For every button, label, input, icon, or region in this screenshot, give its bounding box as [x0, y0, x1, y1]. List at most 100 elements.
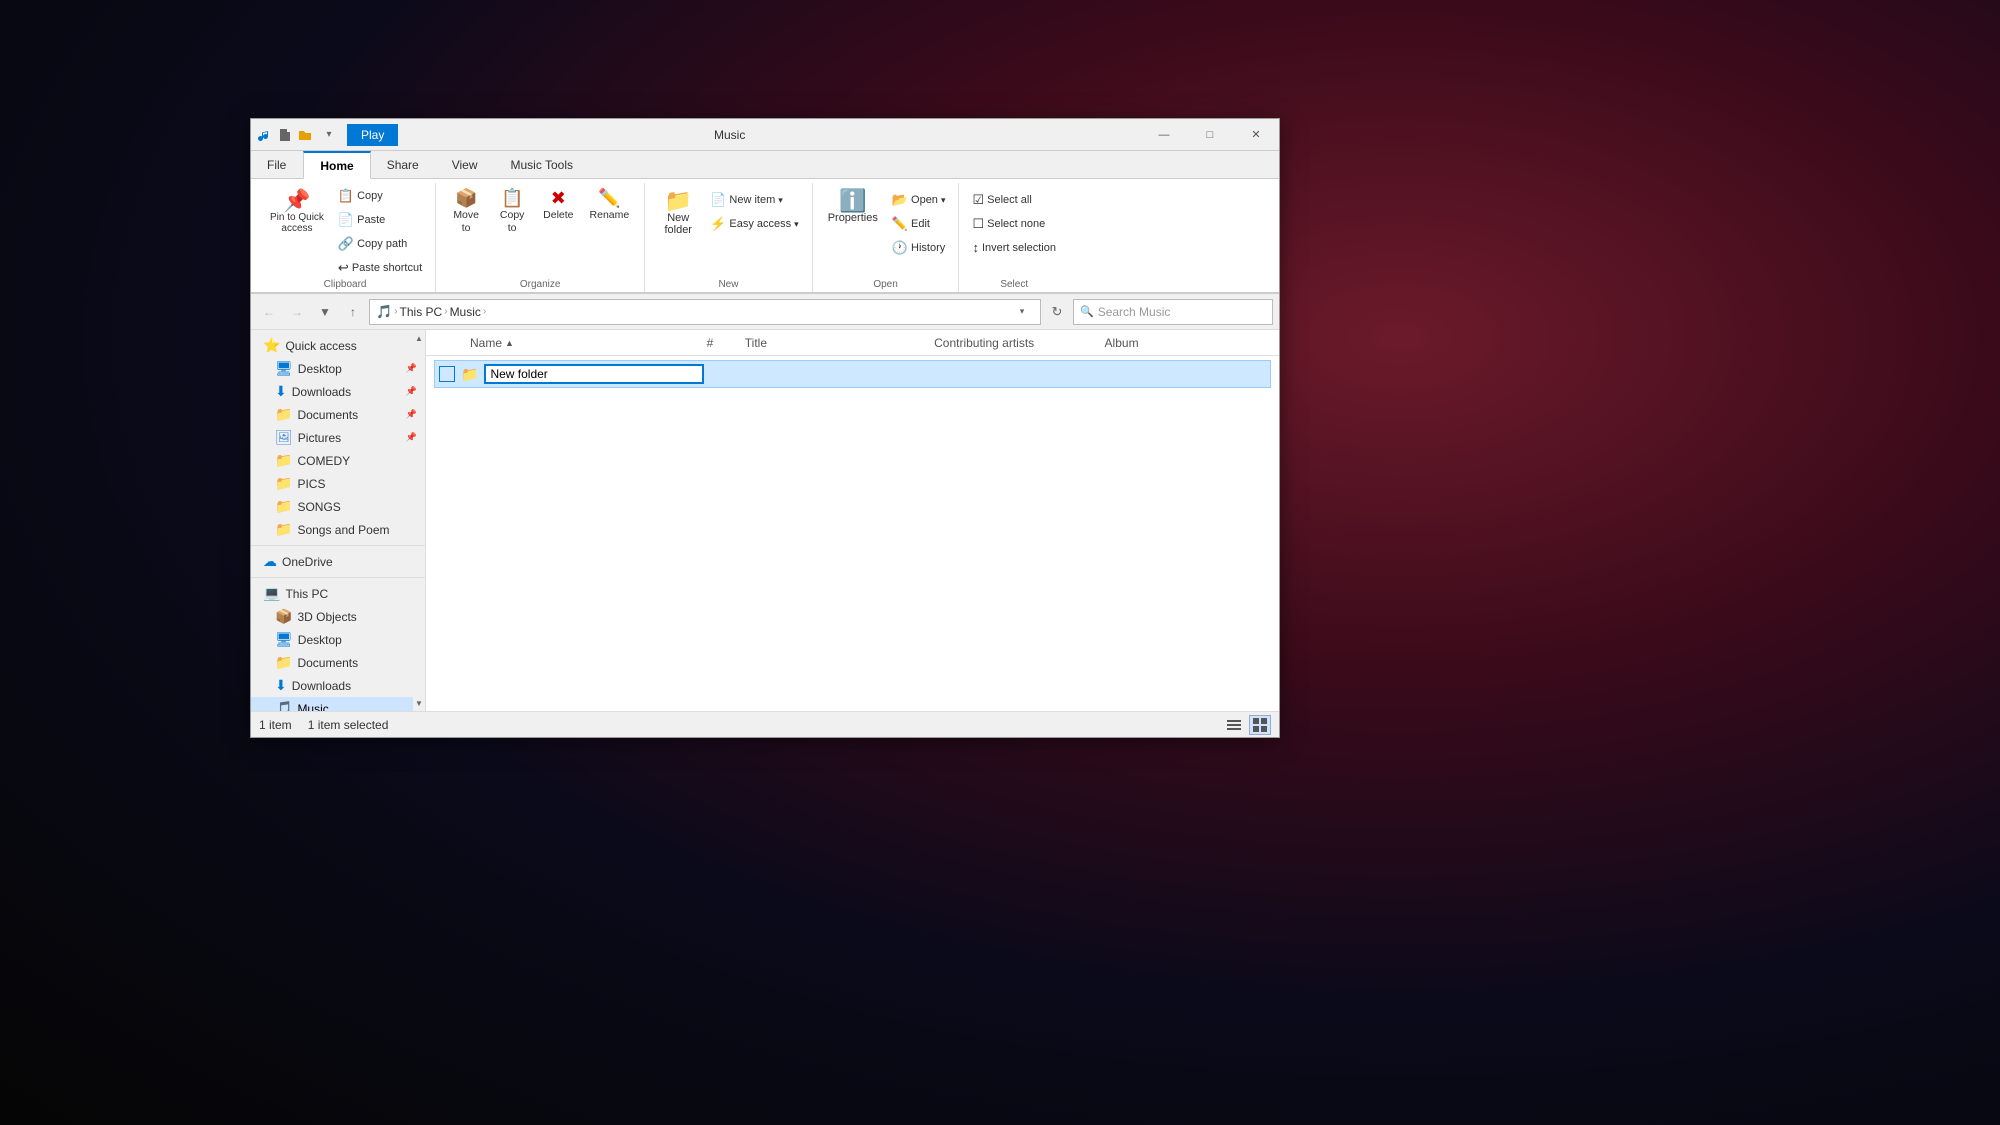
clipboard-group-items: 📌 Pin to Quick access 📋 Copy 📄 Paste: [263, 183, 427, 279]
new-folder-button[interactable]: 📁 New folder: [653, 185, 703, 241]
ribbon: File Home Share View Music Tools 📌 Pin t…: [251, 151, 1279, 294]
refresh-button[interactable]: ↻: [1045, 300, 1069, 324]
delete-icon: ✖: [551, 189, 566, 207]
delete-button[interactable]: ✖ Delete: [536, 185, 580, 226]
sidebar-item-music[interactable]: 🎵 Music: [251, 697, 425, 711]
properties-button[interactable]: ℹ️ Properties: [821, 185, 885, 229]
close-button[interactable]: ✕: [1233, 119, 1279, 151]
move-to-button[interactable]: 📦 Move to: [444, 185, 488, 238]
tab-share[interactable]: Share: [371, 151, 436, 178]
maximize-button[interactable]: □: [1187, 119, 1233, 151]
organize-group: 📦 Move to 📋 Copy to ✖ Delete ✏️ Rename: [436, 183, 645, 292]
sidebar-item-this-pc[interactable]: 💻 This PC: [251, 582, 425, 605]
column-header-name[interactable]: Name ▲: [466, 334, 703, 352]
file-name-input[interactable]: [484, 364, 704, 384]
sidebar-item-songs[interactable]: 📁 SONGS: [251, 495, 425, 518]
new-group: 📁 New folder 📄 New item ▾ ⚡ Easy access …: [645, 183, 812, 292]
sidebar-divider-1: [251, 545, 425, 546]
copy-icon: 📋: [338, 188, 354, 204]
breadcrumb-dropdown[interactable]: ▾: [1010, 300, 1034, 324]
pin-icon: 📌: [283, 190, 310, 212]
copy-to-button[interactable]: 📋 Copy to: [490, 185, 534, 238]
sidebar-item-desktop[interactable]: 🖥 Desktop: [251, 628, 425, 651]
minimize-button[interactable]: —: [1141, 119, 1187, 151]
details-view-button[interactable]: [1223, 715, 1245, 735]
search-bar[interactable]: 🔍 Search Music: [1073, 299, 1273, 325]
sidebar-item-desktop-pin[interactable]: 🖥 Desktop 📌: [251, 357, 425, 380]
copy-button[interactable]: 📋 Copy: [333, 185, 427, 207]
breadcrumb-this-pc[interactable]: This PC: [400, 305, 443, 319]
ribbon-content: 📌 Pin to Quick access 📋 Copy 📄 Paste: [251, 179, 1279, 293]
select-all-icon: ☑: [972, 192, 984, 208]
select-all-button[interactable]: ☑ Select all: [967, 189, 1060, 211]
sidebar-item-comedy[interactable]: 📁 COMEDY: [251, 449, 425, 472]
songs-icon: 📁: [275, 498, 292, 515]
sidebar: ▲ ⭐ Quick access 🖥 Desktop 📌 ⬇ Downloads…: [251, 330, 426, 711]
pics-icon: 📁: [275, 475, 292, 492]
documents-2-icon: 📁: [275, 654, 292, 671]
file-checkbox[interactable]: [439, 366, 455, 382]
column-header-title[interactable]: Title: [741, 334, 930, 352]
desktop-icon: 🖥: [275, 360, 293, 377]
sidebar-item-pics[interactable]: 📁 PICS: [251, 472, 425, 495]
forward-button[interactable]: →: [285, 300, 309, 324]
music-icon: 🎵: [275, 700, 292, 711]
items-count: 1 item: [259, 718, 292, 732]
sidebar-item-pictures-pin[interactable]: 🖼 Pictures 📌: [251, 426, 425, 449]
open-icon: 📂: [892, 192, 908, 208]
content-area: Name ▲ # Title Contributing artists Albu…: [426, 330, 1279, 711]
paste-shortcut-button[interactable]: ↩ Paste shortcut: [333, 257, 427, 279]
file-explorer-window: ▾ Play Music — □ ✕ File Home Share View …: [250, 118, 1280, 738]
copy-path-icon: 🔗: [338, 236, 354, 252]
downloads-2-icon: ⬇: [275, 677, 287, 694]
edit-button[interactable]: ✏️ Edit: [887, 213, 951, 235]
clipboard-group: 📌 Pin to Quick access 📋 Copy 📄 Paste: [255, 183, 436, 292]
up-button[interactable]: ↑: [341, 300, 365, 324]
sidebar-scroll-up[interactable]: ▲: [413, 330, 425, 346]
sidebar-scroll-down[interactable]: ▼: [413, 695, 425, 711]
invert-selection-button[interactable]: ↕ Invert selection: [967, 237, 1060, 258]
open-label: Open: [873, 279, 897, 290]
list-view-button[interactable]: [1249, 715, 1271, 735]
onedrive-icon: ☁: [263, 553, 277, 570]
sidebar-item-onedrive[interactable]: ☁ OneDrive: [251, 550, 425, 573]
select-none-button[interactable]: ☐ Select none: [967, 213, 1060, 235]
rename-button[interactable]: ✏️ Rename: [583, 185, 637, 226]
pin-to-quick-button[interactable]: 📌 Pin to Quick access: [263, 185, 331, 239]
new-item-icon: 📄: [710, 192, 726, 208]
file-row[interactable]: 📁: [434, 360, 1271, 388]
open-group-items: ℹ️ Properties 📂 Open ▾ ✏️ Edit: [821, 183, 951, 279]
sidebar-item-documents-pin[interactable]: 📁 Documents 📌: [251, 403, 425, 426]
breadcrumb-bar: 🎵 › This PC › Music › ▾: [369, 299, 1041, 325]
copy-path-button[interactable]: 🔗 Copy path: [333, 233, 427, 255]
copy-to-icon: 📋: [501, 189, 523, 207]
sidebar-item-documents[interactable]: 📁 Documents: [251, 651, 425, 674]
sort-asc-icon: ▲: [505, 338, 514, 348]
pin-indicator: 📌: [406, 409, 417, 420]
tab-view[interactable]: View: [436, 151, 495, 178]
easy-access-button[interactable]: ⚡ Easy access ▾: [705, 213, 803, 235]
tab-music-tools[interactable]: Music Tools: [495, 151, 590, 178]
ribbon-tabs: File Home Share View Music Tools: [251, 151, 1279, 179]
sidebar-item-downloads-pin[interactable]: ⬇ Downloads 📌: [251, 380, 425, 403]
open-button[interactable]: 📂 Open ▾: [887, 189, 951, 211]
doc-icon: [277, 127, 293, 143]
column-header-album[interactable]: Album: [1101, 334, 1271, 352]
paste-button[interactable]: 📄 Paste: [333, 209, 427, 231]
title-bar: ▾ Play Music — □ ✕: [251, 119, 1279, 151]
sidebar-item-quick-access[interactable]: ⭐ Quick access: [251, 334, 425, 357]
column-header-hash[interactable]: #: [703, 334, 741, 352]
sidebar-item-3d-objects[interactable]: 📦 3D Objects: [251, 605, 425, 628]
sidebar-item-downloads[interactable]: ⬇ Downloads: [251, 674, 425, 697]
column-header-artist[interactable]: Contributing artists: [930, 334, 1100, 352]
back-button[interactable]: ←: [257, 300, 281, 324]
tab-home[interactable]: Home: [303, 151, 370, 179]
history-button[interactable]: 🕐 History: [887, 237, 951, 259]
breadcrumb-music[interactable]: Music: [450, 305, 481, 319]
recent-locations-button[interactable]: ▼: [313, 300, 337, 324]
sidebar-item-songs-poem[interactable]: 📁 Songs and Poem: [251, 518, 425, 541]
tab-file[interactable]: File: [251, 151, 303, 178]
clipboard-label: Clipboard: [324, 279, 367, 290]
history-icon: 🕐: [892, 240, 908, 256]
new-item-button[interactable]: 📄 New item ▾: [705, 189, 803, 211]
